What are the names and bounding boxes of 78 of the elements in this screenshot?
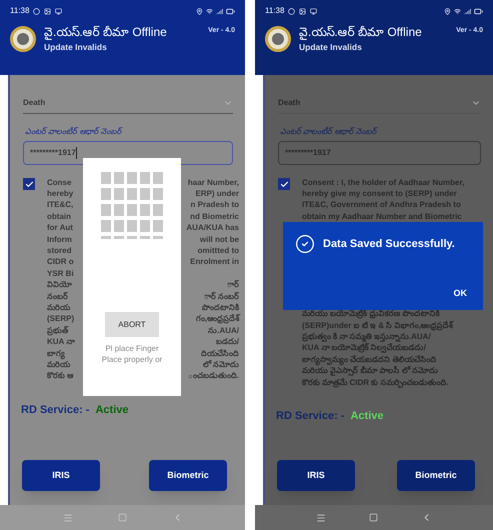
consent-text: CIDR o: [47, 258, 74, 266]
consent-text: Conse: [47, 178, 72, 187]
consent-text: Inform: [47, 236, 72, 244]
abort-button[interactable]: ABORT: [105, 312, 159, 337]
app-subtitle: Update Invalids: [44, 41, 108, 53]
consent-text: పొందటానికి: [202, 304, 239, 312]
consent-text: stored: [47, 247, 72, 256]
wifi-icon: [206, 8, 213, 14]
consent-text: వివియో: [47, 281, 72, 290]
consent-text: బడదు/: [216, 338, 239, 346]
app-title: వై.యస్.ఆర్ బీమా Offline: [44, 24, 168, 41]
consent-text: ంచబడుతుంది.: [188, 372, 239, 380]
battery-icon: [474, 6, 483, 16]
menu-icon[interactable]: [316, 512, 326, 522]
wifi-icon: [454, 8, 461, 14]
consent-text: n Pradesh to: [190, 201, 239, 210]
app-title: వై.యస్.ఆర్ బీమా Offline: [299, 24, 423, 41]
rd-service-status: Active: [95, 403, 129, 418]
gallery-icon: [44, 8, 52, 14]
consent-text: omittted to: [198, 247, 239, 256]
consent-text: hereby: [47, 190, 74, 198]
instruction-text: Place properly or: [102, 354, 162, 365]
action-button[interactable]: IRIS: [277, 460, 355, 491]
consent-text: మరియ: [47, 360, 70, 369]
consent-text: for Aut: [47, 224, 73, 232]
home-icon[interactable]: [368, 513, 378, 522]
check-circle-icon: [295, 234, 315, 254]
consent-text: లో నమోదు: [202, 360, 239, 369]
rd-service-status: Active: [350, 409, 384, 424]
gallery-icon: [299, 8, 306, 14]
notification-icon: [33, 8, 40, 14]
consent-checkbox[interactable]: [23, 178, 35, 190]
text-cursor: [76, 147, 77, 159]
consent-text: దియచేసింది: [201, 350, 239, 358]
consent-text: గం,ఆంధ్రప్రదేశ్: [196, 315, 239, 324]
dialog-message: Data Saved Successfully.: [323, 236, 455, 252]
consent-text: will not be: [200, 236, 239, 244]
consent-text: Enrolment in: [190, 258, 239, 266]
consent-text: nd Biometric: [190, 212, 239, 221]
action-button[interactable]: Biometric: [149, 460, 227, 491]
consent-text: బాగ్య: [47, 350, 65, 358]
status-time: 11:38: [10, 5, 30, 17]
rd-service-label: RD Service: -: [276, 409, 344, 424]
consent-text: ITE&C,: [47, 201, 74, 210]
screen-icon: [310, 8, 318, 14]
battery-icon: [226, 6, 235, 16]
ok-button[interactable]: OK: [450, 286, 471, 300]
location-icon: [196, 8, 203, 14]
signal-icon: [216, 8, 223, 14]
instruction-text: Pl place Finger: [105, 343, 159, 354]
action-button[interactable]: IRIS: [22, 460, 100, 491]
consent-text: KUA నా: [47, 338, 74, 346]
consent-text: మరియ: [47, 304, 70, 312]
consent-checkbox[interactable]: [278, 178, 290, 190]
consent-text: ను.AUA/: [208, 326, 239, 335]
consent-text: obtain: [47, 212, 71, 221]
app-logo-icon: [10, 26, 36, 52]
rd-service-label: RD Service: -: [21, 403, 90, 418]
aadhaar-label: ఎంటర్ వాలంటీర్ ఆధార్ నెంబర్: [25, 126, 124, 138]
app-subtitle: Update Invalids: [299, 41, 363, 53]
consent-text: ార్ నంబర్: [204, 292, 239, 301]
consent-text: ప్రభుత్: [47, 326, 68, 335]
app-logo-icon: [265, 26, 291, 52]
action-button[interactable]: Biometric: [397, 460, 475, 491]
consent-text: కొరకు ఆ: [47, 372, 74, 380]
consent-text: (SERP): [47, 315, 74, 324]
consent-text: YSR Bi: [47, 270, 74, 278]
signal-icon: [464, 8, 471, 14]
notification-icon: [288, 8, 296, 14]
screen-icon: [55, 8, 62, 14]
consent-text: ార్: [227, 281, 239, 290]
location-icon: [444, 8, 451, 14]
status-time: 11:38: [265, 5, 284, 17]
consent-text: ERP) under: [195, 190, 239, 198]
consent-text: AUA/KUA has: [186, 224, 239, 232]
consent-text: నంబర్: [47, 292, 68, 301]
consent-text: haar Number,: [188, 178, 239, 187]
aadhaar-label: ఎంటర్ వాలంటీర్ ఆధార్ నెంబర్: [280, 126, 379, 138]
